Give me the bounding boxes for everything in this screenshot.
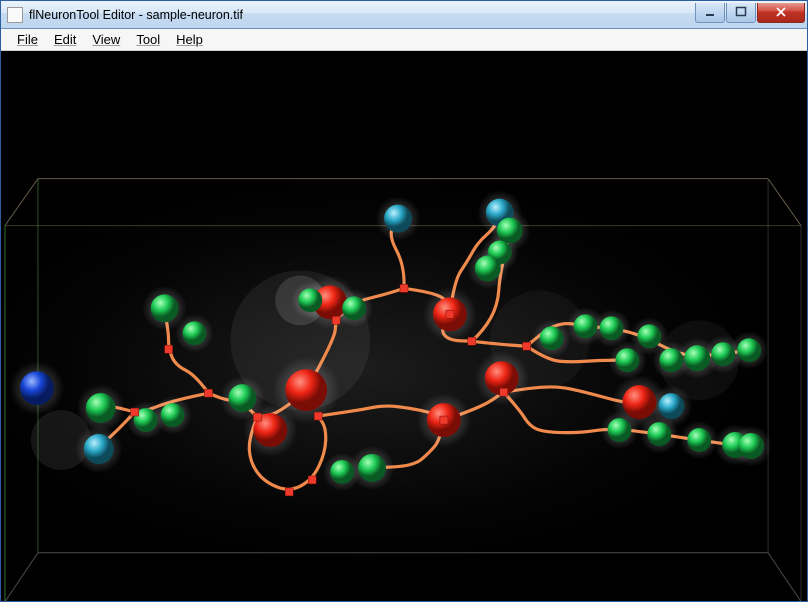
minimize-button[interactable] — [695, 3, 725, 23]
menu-tool[interactable]: Tool — [128, 31, 168, 48]
maximize-button[interactable] — [726, 3, 756, 23]
menu-edit[interactable]: Edit — [46, 31, 84, 48]
app-window: flNeuronTool Editor - sample-neuron.tif … — [0, 0, 808, 602]
menu-help[interactable]: Help — [168, 31, 211, 48]
window-title: flNeuronTool Editor - sample-neuron.tif — [29, 8, 695, 22]
close-button[interactable] — [757, 3, 805, 23]
neuron-render — [1, 51, 807, 601]
app-icon — [7, 7, 23, 23]
menu-view[interactable]: View — [84, 31, 128, 48]
titlebar[interactable]: flNeuronTool Editor - sample-neuron.tif — [1, 1, 807, 29]
window-controls — [695, 3, 805, 23]
menubar: File Edit View Tool Help — [1, 29, 807, 51]
menu-file[interactable]: File — [9, 31, 46, 48]
3d-viewport[interactable] — [1, 51, 807, 601]
